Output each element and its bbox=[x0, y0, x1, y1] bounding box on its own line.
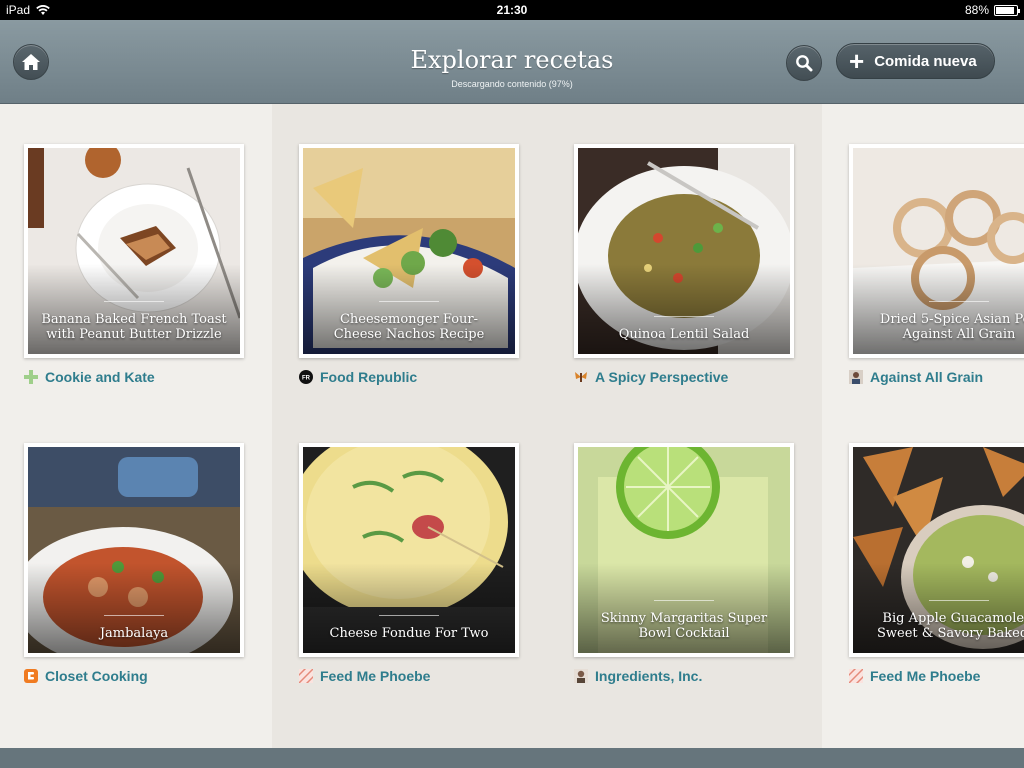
title-rule bbox=[654, 600, 714, 601]
search-icon bbox=[796, 55, 813, 72]
blogger-icon bbox=[24, 669, 38, 683]
feed-me-phoebe-icon bbox=[849, 669, 863, 683]
recipe-card[interactable]: Cheese Fondue For Two bbox=[299, 443, 519, 657]
source-name: Feed Me Phoebe bbox=[870, 668, 981, 684]
recipe-source[interactable]: Against All Grain bbox=[849, 369, 983, 385]
source-name: Cookie and Kate bbox=[45, 369, 155, 385]
recipe-card[interactable]: Banana Baked French Toast with Peanut Bu… bbox=[24, 144, 244, 358]
recipe-source[interactable]: Cookie and Kate bbox=[24, 369, 155, 385]
title-rule bbox=[654, 316, 714, 317]
source-name: Against All Grain bbox=[870, 369, 984, 385]
status-bar: iPad 21:30 88% bbox=[0, 0, 1024, 20]
source-name: Food Republic bbox=[320, 369, 418, 385]
source-name: Feed Me Phoebe bbox=[320, 668, 431, 684]
recipe-grid: Banana Baked French Toast with Peanut Bu… bbox=[0, 104, 1024, 748]
recipe-source[interactable]: Closet Cooking bbox=[24, 668, 148, 684]
new-meal-button[interactable]: + Comida nueva bbox=[836, 43, 995, 79]
recipe-photo: Banana Baked French Toast with Peanut Bu… bbox=[28, 148, 240, 354]
bottom-bar bbox=[0, 748, 1024, 768]
search-button[interactable] bbox=[786, 45, 822, 81]
status-right: 88% bbox=[964, 3, 1020, 17]
recipe-photo: Skinny Margaritas Super Bowl Cocktail bbox=[578, 447, 790, 653]
source-name: Ingredients, Inc. bbox=[595, 668, 703, 684]
title-rule bbox=[379, 301, 439, 302]
svg-text:FR: FR bbox=[302, 376, 311, 382]
recipe-card[interactable]: Jambalaya bbox=[24, 443, 244, 657]
recipe-title: Banana Baked French Toast with Peanut Bu… bbox=[41, 312, 227, 342]
recipe-photo: Cheese Fondue For Two bbox=[303, 447, 515, 653]
recipe-title: Quinoa Lentil Salad bbox=[618, 327, 750, 342]
title-rule bbox=[929, 301, 989, 302]
feed-me-phoebe-icon bbox=[299, 669, 313, 683]
recipe-title: Skinny Margaritas Super Bowl Cocktail bbox=[600, 611, 768, 641]
battery-icon bbox=[994, 4, 1020, 16]
recipe-title: Jambalaya bbox=[99, 626, 169, 641]
recipe-card[interactable]: Big Apple Guacamole v Sweet & Savory Bak… bbox=[849, 443, 1024, 657]
recipe-card[interactable]: Quinoa Lentil Salad bbox=[574, 144, 794, 358]
recipe-source[interactable]: Ingredients, Inc. bbox=[574, 668, 702, 684]
recipe-card[interactable]: Cheesemonger Four- Cheese Nachos Recipe bbox=[299, 144, 519, 358]
title-rule bbox=[929, 600, 989, 601]
title-rule bbox=[379, 615, 439, 616]
recipe-photo: Dried 5-Spice Asian Pea Against All Grai… bbox=[853, 148, 1024, 354]
recipe-source[interactable]: A Spicy Perspective bbox=[574, 369, 728, 385]
recipe-title: Cheesemonger Four- Cheese Nachos Recipe bbox=[333, 312, 485, 342]
food-republic-icon: FR bbox=[299, 370, 313, 384]
title-rule bbox=[104, 301, 164, 302]
new-meal-label: Comida nueva bbox=[874, 52, 977, 70]
recipe-photo: Jambalaya bbox=[28, 447, 240, 653]
cookie-and-kate-icon bbox=[24, 370, 38, 384]
ingredients-inc-icon bbox=[574, 669, 588, 683]
download-status: Descargando contenido (97%) bbox=[451, 79, 573, 89]
recipe-photo: Big Apple Guacamole v Sweet & Savory Bak… bbox=[853, 447, 1024, 653]
recipe-card[interactable]: Dried 5-Spice Asian Pea Against All Grai… bbox=[849, 144, 1024, 358]
recipe-title: Big Apple Guacamole v Sweet & Savory Bak… bbox=[877, 611, 1024, 641]
source-name: A Spicy Perspective bbox=[595, 369, 729, 385]
title-rule bbox=[104, 615, 164, 616]
source-name: Closet Cooking bbox=[45, 668, 148, 684]
recipe-source[interactable]: Feed Me Phoebe bbox=[299, 668, 430, 684]
recipe-title: Dried 5-Spice Asian Pea Against All Grai… bbox=[879, 312, 1024, 342]
recipe-source[interactable]: Feed Me Phoebe bbox=[849, 668, 980, 684]
header: Explorar recetas Descargando contenido (… bbox=[0, 20, 1024, 104]
battery-fill bbox=[996, 6, 1014, 14]
recipe-title: Cheese Fondue For Two bbox=[329, 626, 489, 641]
recipe-card[interactable]: Skinny Margaritas Super Bowl Cocktail bbox=[574, 443, 794, 657]
battery-percent: 88% bbox=[964, 3, 989, 17]
plus-icon: + bbox=[849, 46, 865, 76]
spicy-perspective-icon bbox=[574, 370, 588, 384]
recipe-photo: Cheesemonger Four- Cheese Nachos Recipe bbox=[303, 148, 515, 354]
recipe-photo: Quinoa Lentil Salad bbox=[578, 148, 790, 354]
recipe-source[interactable]: FR Food Republic bbox=[299, 369, 417, 385]
against-all-grain-icon bbox=[849, 370, 863, 384]
status-time: 21:30 bbox=[496, 3, 528, 17]
